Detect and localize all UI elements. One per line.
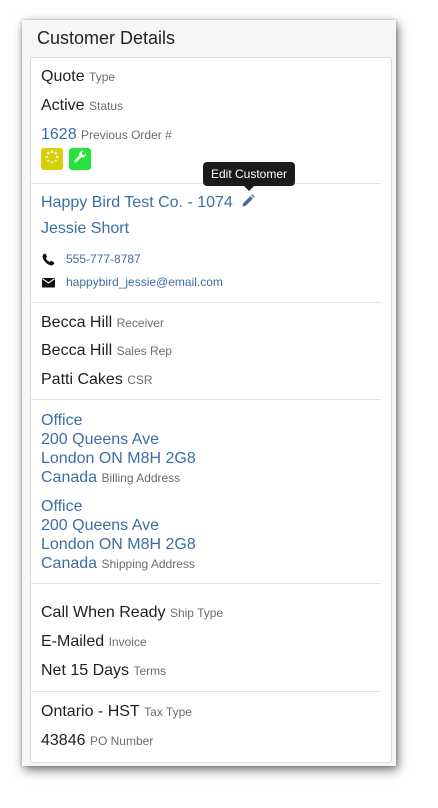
quote-type-value: Quote [41, 68, 85, 85]
shipping-line1: Office [41, 498, 83, 515]
status-value: Active [41, 97, 85, 114]
terms-value: Net 15 Days [41, 662, 130, 679]
divider [31, 691, 381, 692]
sales-rep-row: Becca Hill Sales Rep [41, 342, 172, 360]
previous-order-label: Previous Order # [81, 128, 172, 142]
receiver-value: Becca Hill [41, 314, 113, 331]
billing-line2: 200 Queens Ave [41, 431, 160, 448]
billing-country: Canada [41, 469, 98, 486]
previous-order-link[interactable]: 1628 [41, 126, 77, 143]
quote-type-label: Type [89, 70, 116, 84]
po-number-label: PO Number [89, 734, 154, 748]
phone-link[interactable]: 555-777-8787 [66, 252, 141, 266]
spinner-badge[interactable] [41, 148, 63, 170]
tax-type-label: Tax Type [144, 705, 192, 719]
quote-type-row: Quote Type [41, 68, 115, 86]
csr-label: CSR [127, 373, 153, 387]
shipping-address-label: Shipping Address [101, 557, 195, 571]
status-badges [41, 148, 91, 170]
phone-icon [41, 252, 55, 266]
contact-name-link[interactable]: Jessie Short [41, 220, 129, 237]
ship-type-value: Call When Ready [41, 604, 166, 621]
ship-type-row: Call When Ready Ship Type [41, 604, 223, 622]
po-number-value: 43846 [41, 732, 86, 749]
ship-type-label: Ship Type [169, 606, 224, 620]
receiver-row: Becca Hill Receiver [41, 314, 164, 332]
email-row: happybird_jessie@email.com [41, 275, 223, 289]
tax-type-value: Ontario - HST [41, 703, 140, 720]
pencil-icon[interactable] [241, 194, 255, 213]
billing-address-label: Billing Address [101, 471, 181, 485]
contact-name-row: Jessie Short [41, 220, 129, 238]
shipping-address[interactable]: Office 200 Queens Ave London ON M8H 2G8 … [41, 497, 196, 574]
shipping-line2: 200 Queens Ave [41, 517, 160, 534]
wrench-badge[interactable] [69, 148, 91, 170]
spinner-icon [45, 150, 59, 169]
billing-line1: Office [41, 412, 83, 429]
status-row: Active Status [41, 97, 123, 115]
divider [31, 399, 381, 400]
divider [31, 583, 381, 584]
billing-address[interactable]: Office 200 Queens Ave London ON M8H 2G8 … [41, 411, 196, 488]
po-number-row: 43846 PO Number [41, 732, 153, 750]
customer-details-panel: Customer Details Quote Type Active Statu… [22, 20, 396, 766]
billing-line3: London ON M8H 2G8 [41, 450, 196, 467]
sales-rep-value: Becca Hill [41, 342, 113, 359]
customer-company-row: Happy Bird Test Co. - 1074 [41, 194, 255, 213]
panel-title: Customer Details [37, 28, 176, 48]
csr-value: Patti Cakes [41, 371, 123, 388]
terms-label: Terms [133, 664, 167, 678]
sales-rep-label: Sales Rep [116, 344, 172, 358]
status-label: Status [89, 99, 124, 113]
wrench-icon [73, 150, 87, 169]
customer-company-link[interactable]: Happy Bird Test Co. - 1074 [41, 194, 233, 211]
email-link[interactable]: happybird_jessie@email.com [66, 275, 223, 289]
receiver-label: Receiver [116, 316, 164, 330]
divider [31, 302, 381, 303]
envelope-icon [41, 275, 55, 289]
invoice-value: E-Mailed [41, 633, 105, 650]
previous-order-row: 1628 Previous Order # [41, 126, 172, 144]
tax-type-row: Ontario - HST Tax Type [41, 703, 192, 721]
invoice-row: E-Mailed Invoice [41, 633, 147, 651]
phone-row: 555-777-8787 [41, 252, 141, 266]
shipping-line3: London ON M8H 2G8 [41, 536, 196, 553]
shipping-country: Canada [41, 555, 98, 572]
edit-customer-tooltip: Edit Customer [203, 162, 296, 191]
customer-details-card: Quote Type Active Status 1628 Previous O… [30, 57, 392, 763]
invoice-label: Invoice [108, 635, 147, 649]
csr-row: Patti Cakes CSR [41, 371, 153, 389]
terms-row: Net 15 Days Terms [41, 662, 166, 680]
